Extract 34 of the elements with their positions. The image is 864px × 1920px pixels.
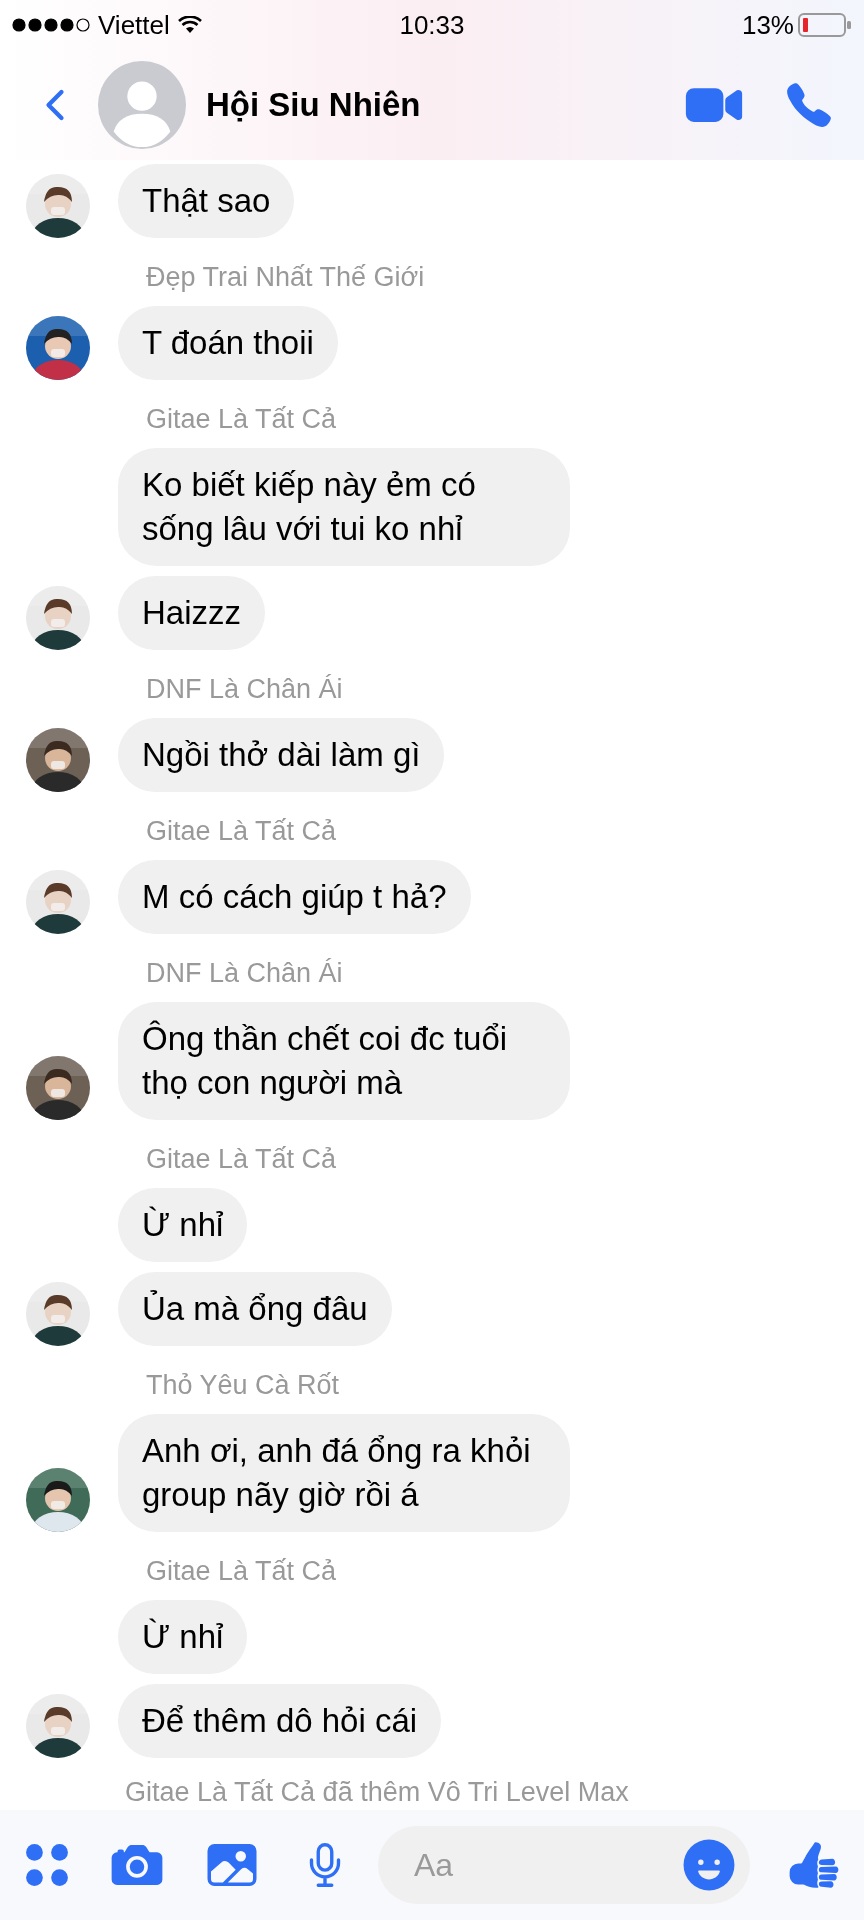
message-bubble: Ủa mà ổng đâu — [118, 1272, 392, 1346]
battery-percent: 13% — [741, 8, 794, 42]
sender-name: Đẹp Trai Nhất Thế Giới — [146, 261, 426, 294]
sender-name: DNF Là Chân Ái — [146, 673, 344, 706]
message-bubble: Ko biết kiếp này ẻm có sống lâu với tui ko nhỉ — [118, 448, 570, 566]
signal-icon — [12, 18, 90, 32]
system-message: Gitae Là Tất Cả đã thêm Vô Tri Level Max — [125, 1776, 630, 1809]
sender-name: Gitae Là Tất Cả — [146, 1143, 338, 1176]
message-bubble: Thật sao — [118, 164, 295, 238]
message-bubble: Ừ nhỉ — [118, 1600, 248, 1674]
battery-icon — [798, 13, 852, 37]
apps-icon[interactable] — [24, 1842, 70, 1888]
sender-name: Gitae Là Tất Cả — [146, 403, 338, 436]
sender-name: Gitae Là Tất Cả — [146, 1555, 338, 1588]
message-input[interactable]: Aa — [414, 1841, 680, 1889]
sender-name: Gitae Là Tất Cả — [146, 815, 338, 848]
message-bubble: Haizzz — [118, 576, 266, 650]
message-field[interactable]: Aa — [378, 1826, 750, 1904]
message-bubble: Ông thần chết coi đc tuổi thọ con người mà — [118, 1002, 570, 1120]
sender-name: Thỏ Yêu Cà Rốt — [146, 1369, 341, 1402]
carrier-name: Viettel — [98, 8, 170, 42]
sender-name: DNF Là Chân Ái — [146, 957, 344, 990]
thumbs-up-icon[interactable] — [788, 1839, 840, 1891]
message-bubble: M có cách giúp t hả? — [118, 860, 471, 934]
status-time: 10:33 — [398, 8, 466, 42]
wifi-icon — [177, 16, 202, 34]
message-bubble: T đoán thoii — [118, 306, 338, 380]
message-bubble: Anh ơi, anh đá ổng ra khỏi group nãy giờ rồi á — [118, 1414, 570, 1532]
chat-title: Hội Siu Nhiên — [206, 85, 422, 126]
group-avatar-icon — [98, 61, 186, 149]
phone-icon[interactable] — [784, 80, 834, 130]
message-bubble: Ngồi thở dài làm gì — [118, 718, 445, 792]
message-bubble: Ừ nhỉ — [118, 1188, 248, 1262]
message-bubble: Để thêm dô hỏi cái — [118, 1684, 442, 1758]
